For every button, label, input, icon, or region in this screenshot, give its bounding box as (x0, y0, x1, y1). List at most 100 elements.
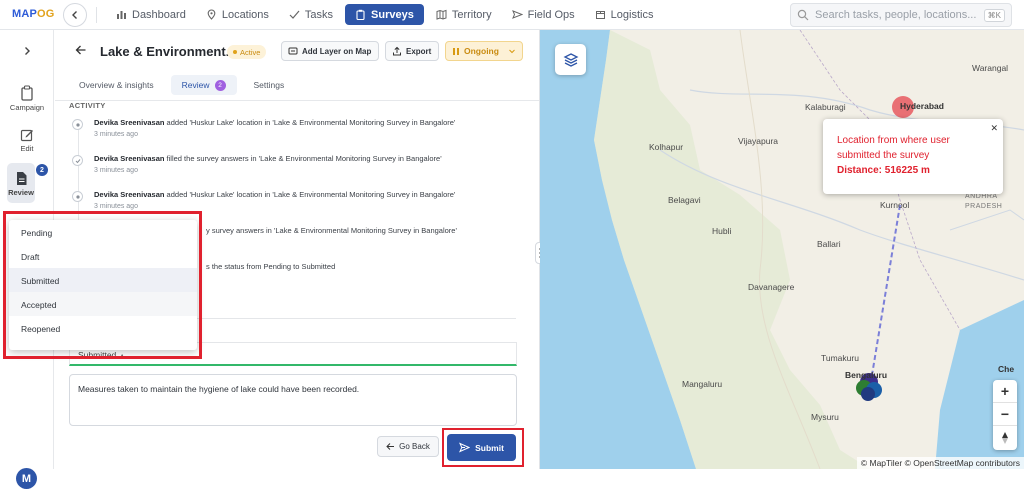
search-placeholder: Search tasks, people, locations... (815, 9, 977, 21)
map-label-mysuru: Mysuru (811, 412, 839, 422)
rail-edit[interactable]: Edit (0, 128, 54, 153)
export-icon (393, 46, 401, 56)
map-label-hyderabad: Hyderabad (900, 101, 944, 111)
tab-overview[interactable]: Overview & insights (68, 75, 165, 95)
nav-dashboard[interactable]: Dashboard (108, 4, 194, 25)
top-bar: MAPOG Dashboard Locations Tasks Surveys … (0, 0, 1024, 30)
map-popup: ✕ Location from where user submitted the… (823, 119, 1003, 194)
add-layer-button[interactable]: Add Layer on Map (281, 41, 379, 61)
activity-desc: added 'Huskur Lake' location in 'Lake & … (164, 190, 456, 199)
map-label-tumakuru: Tumakuru (821, 353, 859, 363)
nav-label: Logistics (610, 8, 654, 21)
chevron-right-icon (25, 47, 30, 55)
close-icon[interactable]: ✕ (990, 121, 998, 136)
pause-icon (453, 47, 459, 55)
arrow-left-icon (386, 443, 395, 450)
activity-item: Devika Sreenivasan added 'Huskur Lake' l… (69, 117, 529, 143)
tab-settings[interactable]: Settings (243, 75, 296, 95)
layers-icon (288, 47, 298, 55)
map-label-pradesh: PRADESH (965, 203, 1003, 210)
layers-toggle-button[interactable] (555, 44, 586, 75)
app-logo[interactable]: MAPOG (12, 8, 55, 20)
divider (96, 7, 97, 23)
send-icon (511, 10, 523, 19)
zoom-in-button[interactable]: + (993, 380, 1017, 403)
map-label-mangaluru: Mangaluru (682, 379, 723, 389)
nav-label: Field Ops (527, 8, 575, 21)
status-option-draft[interactable]: Draft (9, 244, 197, 268)
nav-label: Surveys (371, 8, 414, 21)
nav-tasks[interactable]: Tasks (281, 4, 341, 25)
nav-surveys[interactable]: Surveys (345, 4, 424, 25)
zoom-out-button[interactable]: − (993, 403, 1017, 426)
check-circle-icon (72, 155, 83, 166)
map-label-warangal: Warangal (972, 63, 1009, 73)
nav-territory[interactable]: Territory (428, 4, 500, 25)
go-back-button[interactable]: Go Back (377, 436, 439, 457)
location-pin-icon (72, 191, 83, 202)
status-dropdown-menu: Pending Draft Submitted Accepted Reopene… (9, 220, 197, 350)
map-label-chennai: Che (998, 364, 1015, 374)
search-input[interactable]: Search tasks, people, locations... ⌘K (790, 3, 1012, 27)
expand-rail-button[interactable] (0, 46, 54, 56)
back-arrow-button[interactable] (75, 44, 87, 56)
nav-locations[interactable]: Locations (198, 4, 277, 25)
rail-label: Review (8, 188, 34, 197)
package-icon (595, 11, 605, 19)
tab-bar: Overview & insights Review 2 Settings (68, 75, 295, 95)
rail-campaign[interactable]: Campaign (0, 85, 54, 112)
activity-text: y survey answers in 'Lake & Environmenta… (206, 226, 457, 235)
status-option-accepted[interactable]: Accepted (9, 292, 197, 316)
avatar[interactable]: M (16, 468, 37, 489)
map-view[interactable]: Kolhapur Vijayapura Kalaburagi Hyderabad… (540, 30, 1024, 469)
map-label-davanagere: Davanagere (748, 282, 795, 292)
distance-value: Distance: 516225 m (837, 165, 930, 176)
go-back-label: Go Back (399, 442, 430, 451)
clipboard-icon (21, 85, 33, 101)
map-attribution[interactable]: © MapTiler © OpenStreetMap contributors (856, 457, 1024, 469)
review-comment-textarea[interactable]: Measures taken to maintain the hygiene o… (69, 374, 517, 426)
map-label-vijayapura: Vijayapura (738, 136, 779, 146)
edit-icon (20, 129, 33, 142)
map-label-kurnool: Kurnool (880, 200, 910, 210)
nav-logistics[interactable]: Logistics (587, 4, 662, 25)
map-base (540, 30, 1024, 469)
tasks-check-icon (289, 10, 300, 19)
tab-review[interactable]: Review 2 (170, 75, 237, 95)
progress-status-select[interactable]: Ongoing (445, 41, 523, 61)
popup-line: Location from where user (837, 135, 950, 146)
map-label-hubli: Hubli (712, 226, 732, 236)
submit-label: Submit (475, 442, 504, 453)
add-layer-label: Add Layer on Map (302, 46, 372, 56)
status-option-submitted[interactable]: Submitted (9, 268, 197, 292)
main-nav: Dashboard Locations Tasks Surveys Territ… (108, 4, 661, 25)
activity-desc: filled the survey answers in 'Lake & Env… (164, 154, 442, 163)
search-icon (797, 9, 809, 21)
activity-item: Devika Sreenivasan added 'Huskur Lake' l… (69, 189, 529, 215)
clipboard-icon (356, 9, 365, 20)
back-button[interactable] (63, 3, 87, 27)
activity-item: Devika Sreenivasan filled the survey ans… (69, 153, 529, 179)
tab-label: Settings (253, 80, 285, 90)
status-option-pending[interactable]: Pending (9, 220, 197, 244)
activity-user: Devika Sreenivasan (94, 154, 165, 163)
activity-heading: ACTIVITY (69, 101, 106, 110)
dashboard-icon (117, 11, 126, 19)
activity-user: Devika Sreenivasan (94, 190, 165, 199)
tab-review-badge: 2 (214, 79, 226, 91)
compass-button[interactable] (993, 426, 1017, 449)
rail-label: Edit (20, 144, 34, 153)
export-button[interactable]: Export (385, 41, 439, 61)
activity-text: Devika Sreenivasan filled the survey ans… (94, 154, 442, 163)
tab-label: Overview & insights (79, 80, 154, 90)
location-pin-icon (72, 119, 83, 130)
popup-line: submitted the survey (837, 150, 930, 161)
activity-time: 3 minutes ago (94, 167, 138, 174)
activity-time: 3 minutes ago (94, 203, 138, 210)
submit-button[interactable]: Submit (447, 434, 516, 461)
nav-field-ops[interactable]: Field Ops (504, 4, 583, 25)
nav-label: Locations (221, 8, 269, 21)
status-option-reopened[interactable]: Reopened (9, 316, 197, 340)
status-dot-icon (233, 50, 237, 54)
arrow-left-icon (75, 45, 86, 55)
